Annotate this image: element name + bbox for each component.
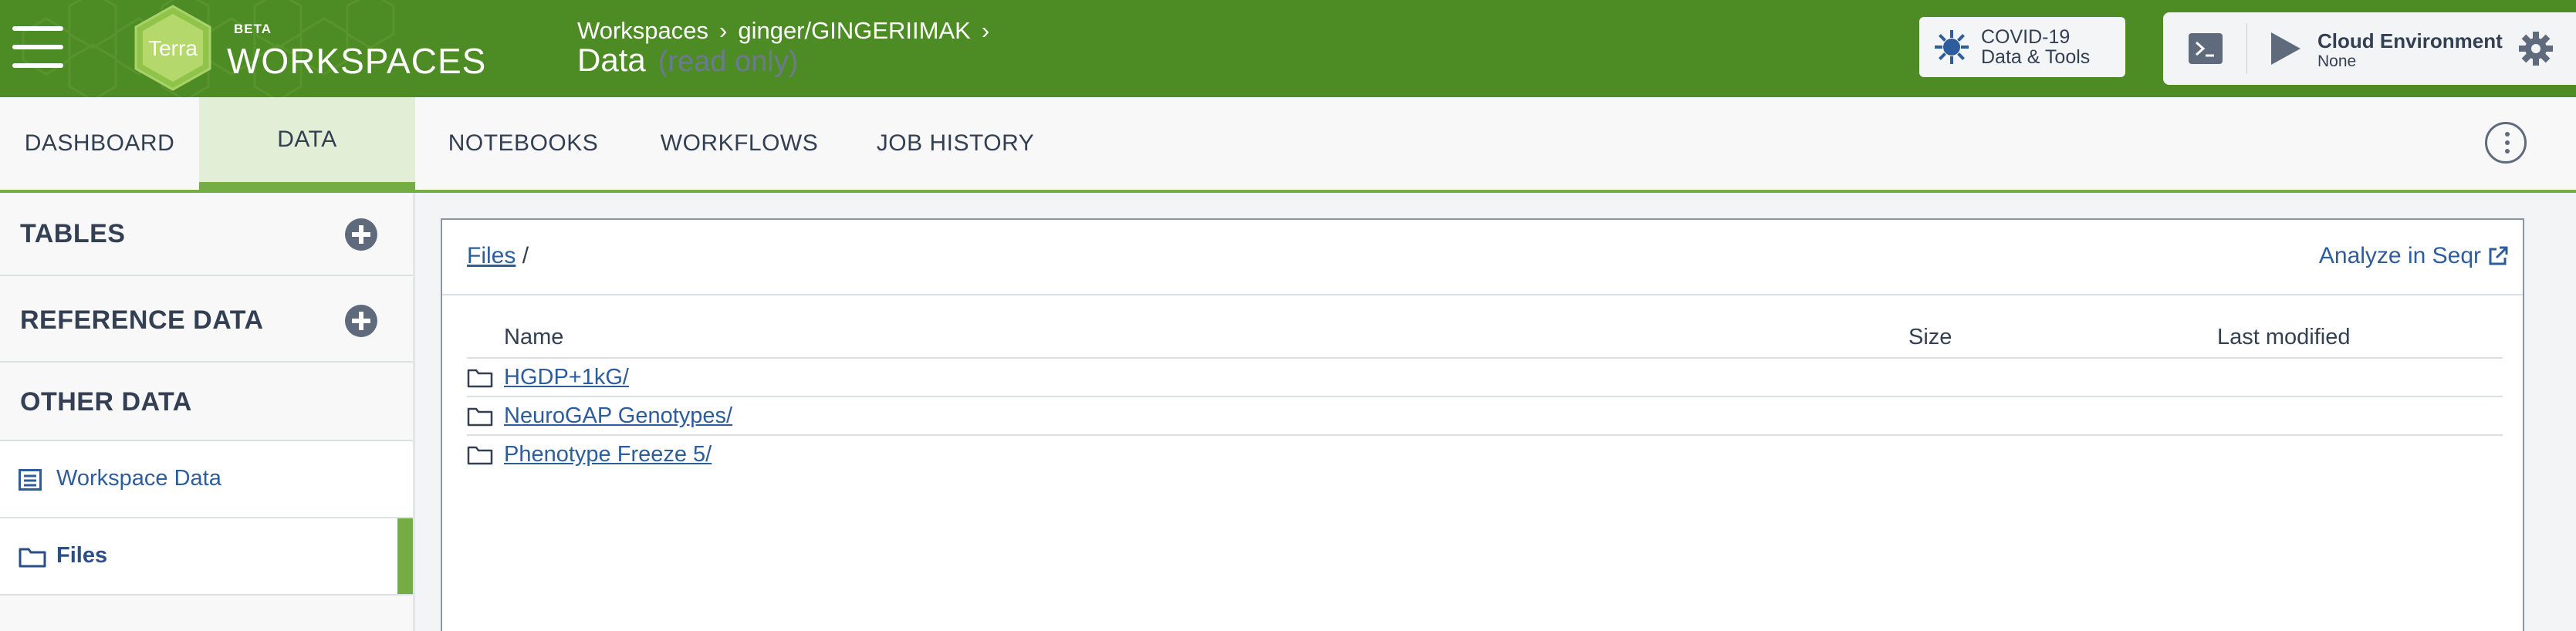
sidebar-section-other-data: OTHER DATA [0, 363, 413, 441]
sidebar-item-label: Files [56, 543, 108, 568]
workspace-tab-bar: DASHBOARD DATA NOTEBOOKS WORKFLOWS JOB H… [0, 97, 2576, 193]
page-title-text: Data [577, 42, 646, 78]
selected-indicator [397, 518, 413, 594]
plus-circle-icon[interactable] [344, 218, 378, 251]
app-title[interactable]: WORKSPACES [227, 40, 486, 82]
covid-button-line1: COVID-19 [1981, 26, 2071, 48]
gear-icon[interactable] [2518, 31, 2554, 66]
column-header-last-modified[interactable]: Last modified [2217, 325, 2351, 350]
read-only-label: (read only) [658, 46, 799, 78]
table-row: HGDP+1kG/ [467, 357, 2503, 396]
play-icon[interactable] [2268, 31, 2302, 66]
folder-link[interactable]: Phenotype Freeze 5/ [504, 442, 712, 467]
sidebar-section-reference-data[interactable]: REFERENCE DATA [0, 276, 413, 363]
more-options-icon[interactable] [2485, 122, 2527, 164]
folder-link[interactable]: NeuroGAP Genotypes/ [504, 403, 732, 429]
menu-bar-icon [12, 63, 63, 68]
covid-data-tools-button[interactable]: COVID-19 Data & Tools [1919, 17, 2125, 77]
menu-bar-icon [12, 45, 63, 49]
table-row: NeuroGAP Genotypes/ [467, 396, 2503, 434]
breadcrumb: Workspaces › ginger/GINGERIIMAK › [577, 17, 989, 45]
folder-icon [467, 369, 493, 388]
sidebar-item-label: Workspace Data [56, 466, 221, 491]
covid-button-line2: Data & Tools [1981, 46, 2091, 68]
breadcrumb-workspace-name[interactable]: ginger/GINGERIIMAK [738, 17, 970, 45]
hamburger-menu-button[interactable] [12, 26, 63, 69]
plus-circle-icon[interactable] [344, 304, 378, 338]
cloud-environment-value: None [2317, 52, 2357, 70]
covid-button-text: COVID-19 Data & Tools [1981, 27, 2090, 67]
cloud-panel-divider [2246, 23, 2247, 74]
analyze-in-seqr-label: Analyze in Seqr [2318, 243, 2481, 268]
folder-icon [467, 446, 493, 465]
sidebar-section-label: REFERENCE DATA [20, 305, 264, 335]
sidebar-section-label: OTHER DATA [20, 387, 192, 417]
table-row: Phenotype Freeze 5/ [467, 434, 2503, 473]
breadcrumb-separator: › [719, 17, 728, 44]
files-browser-panel: Files / Analyze in Seqr Name Size Last m… [441, 218, 2524, 631]
data-sidebar: TABLES REFERENCE DATA OTHER DATA Workspa… [0, 193, 415, 631]
beta-label: BETA [234, 22, 272, 36]
sidebar-section-label: TABLES [20, 219, 126, 248]
virus-icon [1935, 30, 1969, 64]
terminal-icon[interactable] [2188, 32, 2223, 65]
tab-workflows[interactable]: WORKFLOWS [647, 97, 832, 190]
cloud-environment-panel: Cloud Environment None [2163, 12, 2576, 85]
sidebar-section-tables[interactable]: TABLES [0, 193, 413, 276]
column-header-size[interactable]: Size [1908, 325, 1952, 350]
files-breadcrumb: Files / [467, 243, 529, 269]
top-header-bar: Terra BETA WORKSPACES Workspaces › ginge… [0, 0, 2576, 97]
tab-job-history[interactable]: JOB HISTORY [864, 97, 1046, 190]
folder-link[interactable]: HGDP+1kG/ [504, 365, 629, 390]
files-breadcrumb-separator: / [522, 243, 529, 268]
terra-logo-icon[interactable]: Terra [131, 5, 215, 91]
external-link-icon [2489, 246, 2508, 265]
tab-dashboard[interactable]: DASHBOARD [0, 97, 199, 190]
sidebar-item-workspace-data[interactable]: Workspace Data [0, 441, 413, 518]
tab-notebooks[interactable]: NOTEBOOKS [432, 97, 614, 190]
menu-bar-icon [12, 26, 63, 31]
sidebar-item-files[interactable]: Files [0, 518, 413, 596]
folder-icon [19, 548, 46, 568]
breadcrumb-workspaces[interactable]: Workspaces [577, 17, 708, 45]
page-title: Data (read only) [577, 42, 798, 79]
list-icon [19, 469, 42, 491]
cloud-environment-label[interactable]: Cloud Environment [2317, 29, 2503, 53]
breadcrumb-separator: › [981, 17, 990, 44]
files-root-link[interactable]: Files [467, 243, 516, 268]
tab-data[interactable]: DATA [199, 97, 415, 193]
column-header-name[interactable]: Name [504, 325, 563, 350]
analyze-in-seqr-link[interactable]: Analyze in Seqr [2319, 243, 2509, 269]
terra-logo-text: Terra [148, 36, 198, 60]
files-panel-header: Files / Analyze in Seqr [442, 220, 2523, 295]
folder-icon [467, 407, 493, 427]
